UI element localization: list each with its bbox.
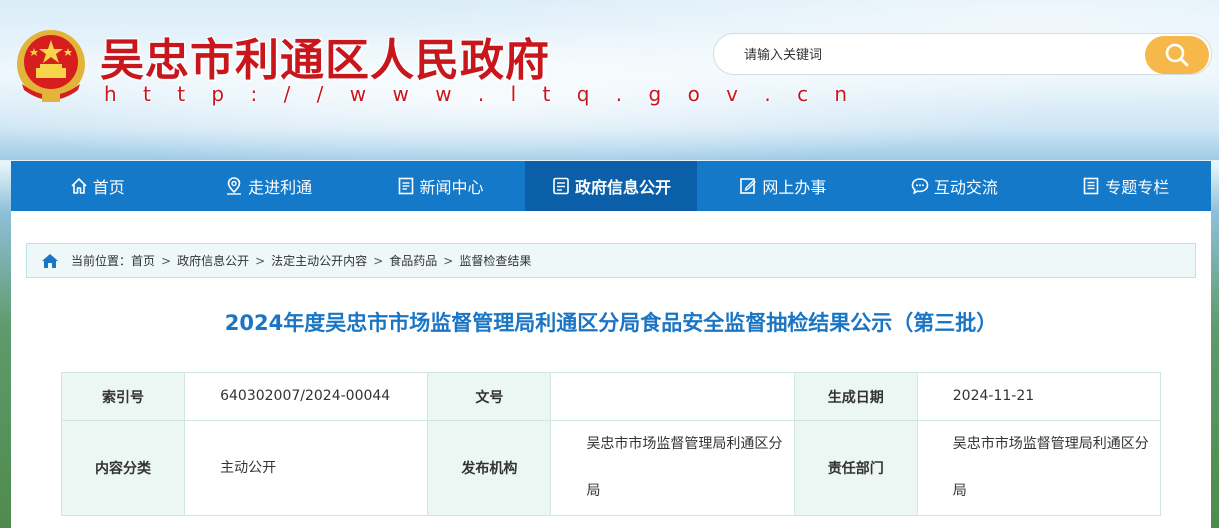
list-icon <box>553 177 569 195</box>
nav-item-label: 新闻中心 <box>419 178 484 197</box>
breadcrumb-separator: > <box>443 253 454 268</box>
breadcrumb: 当前位置： 首页 > 政府信息公开 > 法定主动公开内容 > 食品药品 > 监督… <box>26 243 1196 278</box>
nav-item-label: 政府信息公开 <box>574 178 671 197</box>
breadcrumb-separator: > <box>255 253 266 268</box>
nav-item-label: 互动交流 <box>933 178 998 197</box>
breadcrumb-prefix: 当前位置： <box>71 254 132 268</box>
search-icon <box>1165 43 1189 67</box>
national-emblem-icon <box>17 30 85 102</box>
doc-no-value <box>550 372 795 421</box>
document-icon <box>398 177 413 195</box>
breadcrumb-separator: > <box>161 253 172 268</box>
nav-item-about[interactable]: 走进利通 <box>182 161 353 211</box>
table-row: 索引号 640302007/2024-00044 文号 生成日期 2024-11… <box>60 372 1162 421</box>
breadcrumb-food-drug[interactable]: 食品药品 <box>389 252 437 269</box>
breadcrumb-inspection[interactable]: 监督检查结果 <box>459 252 531 269</box>
nav-item-label: 走进利通 <box>248 178 313 197</box>
nav-item-home[interactable]: 首页 <box>11 161 182 211</box>
dept-label: 责任部门 <box>793 420 918 516</box>
index-no-value: 640302007/2024-00044 <box>184 372 429 421</box>
article-title: 2024年度吴忠市市场监督管理局利通区分局食品安全监督抽检结果公示（第三批） <box>224 311 998 335</box>
nav-item-interaction[interactable]: 互动交流 <box>868 161 1039 211</box>
publisher-value: 吴忠市市场监督管理局利通区分局 <box>550 420 795 516</box>
content-panel: 当前位置： 首页 > 政府信息公开 > 法定主动公开内容 > 食品药品 > 监督… <box>11 211 1211 528</box>
edit-icon <box>740 178 757 194</box>
breadcrumb-home[interactable]: 首页 <box>131 252 155 269</box>
date-label: 生成日期 <box>793 372 918 421</box>
search-box <box>713 33 1212 75</box>
nav-item-news[interactable]: 新闻中心 <box>354 161 525 211</box>
home-icon <box>71 178 87 194</box>
map-pin-icon <box>227 177 242 195</box>
nav-item-online-service[interactable]: 网上办事 <box>697 161 868 211</box>
category-label: 内容分类 <box>60 420 186 516</box>
publisher-label: 发布机构 <box>427 420 552 516</box>
metadata-table: 索引号 640302007/2024-00044 文号 生成日期 2024-11… <box>60 372 1162 516</box>
nav-item-topics[interactable]: 专题专栏 <box>1040 161 1211 211</box>
site-title: 吴忠市利通区人民政府 <box>100 35 550 86</box>
category-value: 主动公开 <box>184 420 429 516</box>
breadcrumb-separator: > <box>373 253 384 268</box>
date-value: 2024-11-21 <box>916 372 1162 421</box>
breadcrumb-statutory[interactable]: 法定主动公开内容 <box>271 252 367 269</box>
doc-no-label: 文号 <box>427 372 552 421</box>
index-no-label: 索引号 <box>60 372 186 421</box>
search-button[interactable] <box>1145 36 1209 74</box>
nav-item-label: 网上办事 <box>762 178 827 197</box>
main-nav: 首页 走进利通 新闻中心 政府信息公开 网上办事 互动交流 专题专栏 <box>11 161 1211 211</box>
home-icon <box>42 253 58 268</box>
search-input[interactable] <box>744 43 1124 67</box>
nav-item-gov-info[interactable]: 政府信息公开 <box>525 161 697 211</box>
chat-icon <box>911 178 929 195</box>
table-row: 内容分类 主动公开 发布机构 吴忠市市场监督管理局利通区分局 责任部门 吴忠市市… <box>60 420 1162 516</box>
nav-item-label: 专题专栏 <box>1105 178 1170 197</box>
dept-value: 吴忠市市场监督管理局利通区分局 <box>916 420 1162 516</box>
breadcrumb-gov-info[interactable]: 政府信息公开 <box>177 252 249 269</box>
site-url: h t t p : / / w w w . l t q . g o v . c … <box>104 82 858 106</box>
topic-icon <box>1083 177 1099 195</box>
site-header: 吴忠市利通区人民政府 h t t p : / / w w w . l t q .… <box>0 0 1219 160</box>
nav-item-label: 首页 <box>92 178 125 197</box>
